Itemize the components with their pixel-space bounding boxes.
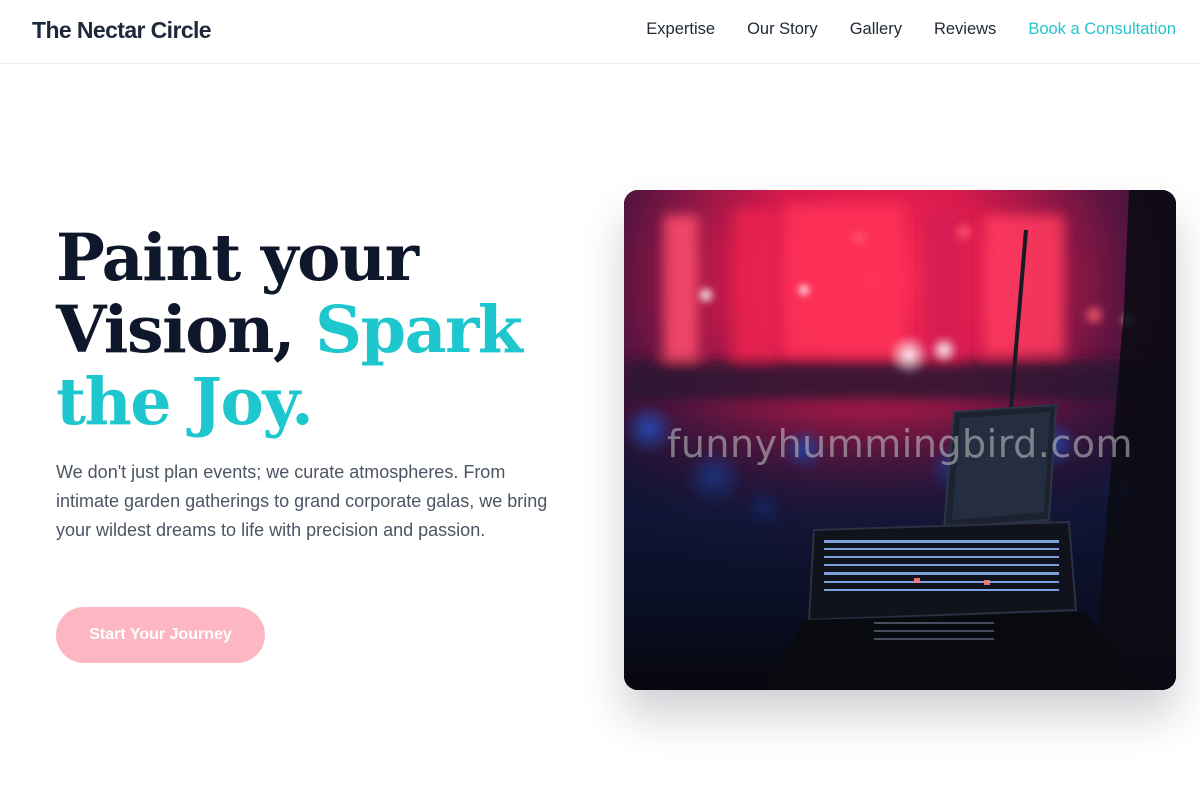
nav-link-reviews[interactable]: Reviews [934, 20, 996, 39]
headline-line-2-start: Vision, [56, 292, 316, 368]
top-navbar: The Nectar Circle Expertise Our Story Ga… [0, 0, 1200, 64]
nav-link-our-story[interactable]: Our Story [747, 20, 818, 39]
hero-headline: Paint your Vision, Spark the Joy. [56, 222, 576, 438]
main-nav: Expertise Our Story Gallery Reviews Book… [646, 20, 1176, 39]
headline-line-2-accent: Spark [315, 292, 523, 368]
hero-event-photo: funnyhummingbird.com [624, 190, 1176, 690]
nav-link-book-consultation[interactable]: Book a Consultation [1028, 20, 1176, 39]
nav-link-gallery[interactable]: Gallery [850, 20, 902, 39]
hero-description: We don't just plan events; we curate atm… [56, 462, 548, 540]
image-watermark: funnyhummingbird.com [666, 422, 1134, 466]
nav-link-expertise[interactable]: Expertise [646, 20, 715, 39]
headline-line-3-accent: the Joy. [56, 364, 314, 440]
brand-logo-text[interactable]: The Nectar Circle [32, 17, 212, 44]
start-journey-button[interactable]: Start Your Journey [56, 607, 265, 663]
headline-line-1: Paint your [56, 220, 419, 296]
